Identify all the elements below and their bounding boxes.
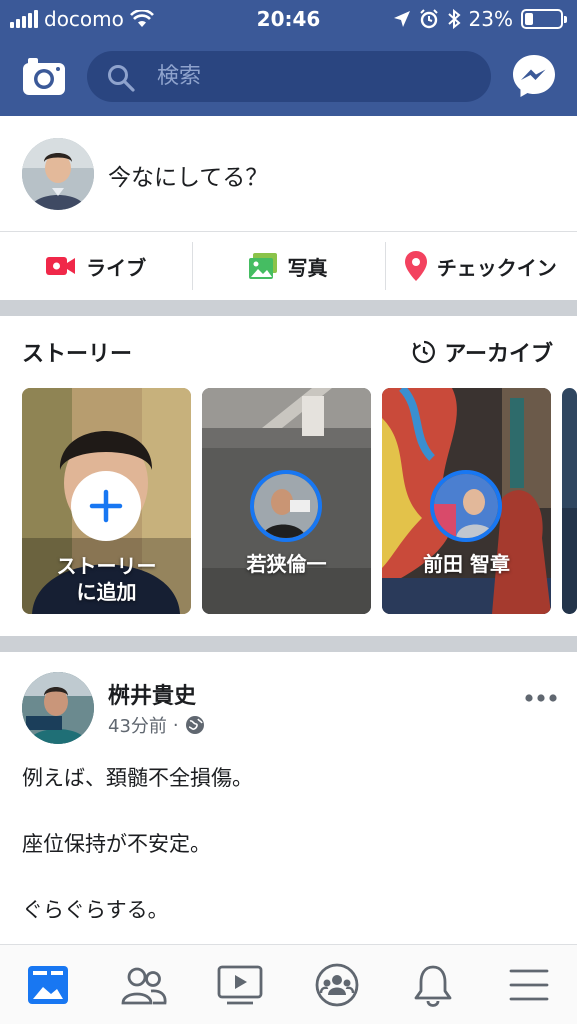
more-options-icon — [525, 694, 557, 702]
story-card[interactable]: 若狭倫一 — [202, 388, 371, 614]
tab-news-feed[interactable] — [0, 945, 96, 1024]
photo-button[interactable]: 写真 — [192, 232, 384, 300]
photo-label: 写真 — [287, 255, 328, 280]
story-card[interactable]: 前田 智章 — [382, 388, 551, 614]
feed-post: 桝井貴史 43分前 · 例えば、頚髄不全損傷。 座位保持が不安定。 ぐらぐらする… — [0, 652, 577, 944]
post-time[interactable]: 43分前 — [108, 712, 167, 738]
post-text-line: ぐらぐらする。 — [22, 898, 169, 922]
post-options-button[interactable] — [520, 688, 562, 708]
news-feed-icon — [28, 965, 69, 1004]
post-author-name[interactable]: 桝井貴史 — [108, 678, 196, 710]
top-bar: docomo 20:46 23% — [0, 0, 577, 116]
story-name: 前田 智章 — [423, 552, 510, 576]
story-avatar-photo — [254, 474, 318, 538]
battery-percent: 23% — [468, 7, 513, 31]
live-label: ライブ — [86, 255, 147, 280]
meta-separator: · — [172, 714, 179, 736]
tab-menu[interactable] — [481, 945, 577, 1024]
tab-friends[interactable] — [96, 945, 192, 1024]
battery-level — [525, 13, 533, 25]
story-avatar — [250, 470, 322, 542]
globe-icon — [185, 716, 204, 734]
add-story-label-1: ストーリー — [56, 554, 157, 578]
live-video-icon — [46, 257, 76, 275]
photo-icon — [249, 253, 278, 279]
section-divider — [0, 636, 577, 652]
add-story-card[interactable]: ストーリー に追加 — [22, 388, 191, 614]
archive-label: アーカイブ — [444, 342, 553, 367]
watch-icon — [218, 965, 263, 1004]
avatar[interactable] — [22, 138, 94, 210]
post-author-avatar[interactable] — [22, 672, 94, 744]
tab-watch[interactable] — [192, 945, 288, 1024]
add-story-plus-icon — [71, 471, 141, 541]
location-arrow-icon — [393, 11, 410, 27]
archive-button[interactable]: アーカイブ — [412, 336, 553, 368]
checkin-label: チェックイン — [436, 255, 557, 280]
menu-icon — [509, 969, 549, 1000]
stories-header: ストーリー アーカイブ — [0, 316, 577, 386]
section-divider — [0, 300, 577, 316]
add-story-label-2: に追加 — [76, 580, 137, 604]
friends-icon — [121, 967, 167, 1004]
alarm-icon — [419, 9, 438, 29]
checkin-button[interactable]: チェックイン — [384, 232, 577, 300]
post-meta: 43分前 · — [108, 712, 205, 738]
profile-photo — [22, 138, 94, 210]
archive-clock-icon — [413, 340, 436, 364]
tab-groups[interactable] — [289, 945, 385, 1024]
messenger-icon — [513, 55, 555, 97]
composer[interactable]: 今なにしてる？ — [0, 116, 577, 232]
messenger-button[interactable] — [510, 52, 558, 100]
bluetooth-icon — [447, 9, 461, 29]
live-button[interactable]: ライブ — [0, 232, 192, 300]
status-bar: docomo 20:46 23% — [0, 0, 577, 38]
search-icon — [108, 65, 135, 92]
battery-icon — [521, 9, 567, 29]
search-bar[interactable] — [87, 51, 491, 102]
post-author-photo — [22, 672, 94, 744]
post-text-line: 例えば、頚髄不全損傷。 — [22, 766, 253, 790]
story-avatar — [430, 470, 502, 542]
camera-icon — [23, 58, 65, 95]
bottom-tab-bar — [0, 944, 577, 1024]
camera-button[interactable] — [22, 56, 66, 96]
story-name: 若狭倫一 — [246, 552, 327, 576]
composer-prompt[interactable]: 今なにしてる？ — [108, 158, 268, 192]
groups-icon — [315, 963, 358, 1006]
tab-notifications[interactable] — [385, 945, 481, 1024]
stories-title: ストーリー — [22, 342, 133, 367]
story-background — [562, 388, 577, 614]
notifications-icon — [414, 965, 452, 1007]
story-avatar-photo — [434, 474, 498, 538]
composer-actions: ライブ 写真 チェックイン — [0, 232, 577, 300]
story-card[interactable] — [562, 388, 577, 614]
location-pin-icon — [404, 251, 427, 281]
post-text-line: 座位保持が不安定。 — [22, 832, 211, 856]
search-input[interactable] — [157, 61, 457, 92]
